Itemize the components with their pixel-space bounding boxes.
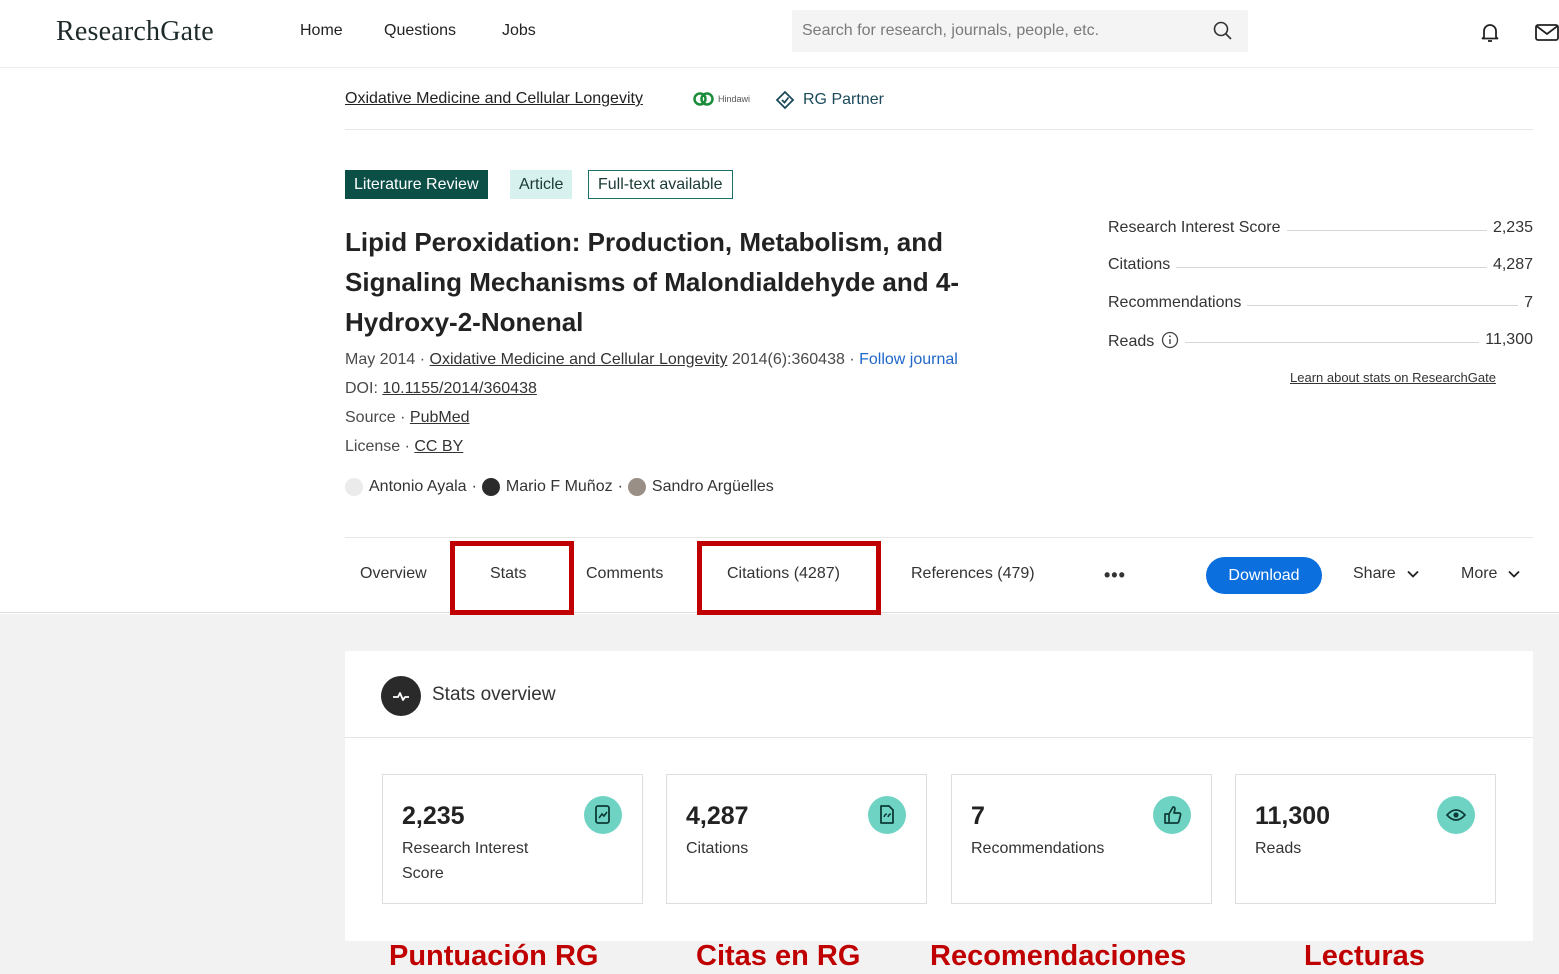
publication-date: May 2014 · (345, 351, 426, 368)
license-line: License · CC BY (345, 438, 463, 456)
stat-label: Research Interest Score (1108, 219, 1287, 237)
license-link[interactable]: CC BY (414, 438, 463, 455)
stat-row-reads: Reads 11,300 (1108, 331, 1533, 353)
search-icon[interactable] (1212, 20, 1234, 42)
stat-card-label: Citations (686, 840, 749, 857)
search-input[interactable] (792, 10, 1202, 52)
stat-card-label: Research Interest Score (402, 840, 529, 882)
stat-card-value: 2,235 (402, 802, 465, 830)
tab-comments[interactable]: Comments (586, 565, 663, 583)
stat-row-citations: Citations 4,287 (1108, 256, 1533, 278)
more-label: More (1461, 565, 1498, 582)
annotation-label: Citas en RG (696, 940, 861, 972)
author-list: Antonio Ayala · Mario F Muñoz · Sandro A… (345, 478, 774, 496)
research-interest-icon (584, 796, 622, 834)
hindawi-logo-icon (693, 92, 714, 106)
nav-jobs-link[interactable]: Jobs (502, 22, 536, 40)
more-tabs-ellipsis[interactable]: ••• (1104, 565, 1126, 586)
author-avatar (481, 478, 500, 496)
highlight-box-stats-tab (450, 541, 574, 615)
stat-card-recommendations: 7 Recommendations (951, 774, 1212, 904)
journal-header: Oxidative Medicine and Cellular Longevit… (345, 86, 1533, 130)
issue-info: 2014(6):360438 · (731, 351, 855, 368)
author-separator: · (617, 478, 623, 495)
publisher-name: Hindawi (718, 94, 751, 104)
share-dropdown[interactable]: Share (1353, 565, 1420, 583)
stat-card-value: 11,300 (1255, 802, 1331, 830)
stat-label: Reads (1108, 333, 1155, 350)
stat-value: 11,300 (1479, 331, 1533, 349)
stat-value: 4,287 (1486, 256, 1533, 274)
author-separator: · (471, 478, 477, 495)
article-type-badge: Article (510, 170, 573, 199)
rg-partner-label: RG Partner (803, 91, 884, 108)
stat-card-citations: 4,287 Citations (666, 774, 927, 904)
search-box (792, 10, 1248, 52)
stat-card-label: Reads (1255, 840, 1302, 857)
article-title: Lipid Peroxidation: Production, Metaboli… (345, 227, 959, 337)
tab-overview[interactable]: Overview (360, 565, 427, 583)
stat-card-value: 7 (971, 802, 985, 830)
journal-link-inline[interactable]: Oxidative Medicine and Cellular Longevit… (430, 351, 728, 368)
annotation-label: Lecturas (1304, 940, 1425, 972)
partner-diamond-icon (775, 90, 795, 110)
nav-home-link[interactable]: Home (300, 22, 343, 40)
rg-partner-badge[interactable]: RG Partner (775, 90, 884, 110)
author-name[interactable]: Antonio Ayala (369, 478, 467, 496)
stat-value: 7 (1518, 294, 1533, 312)
learn-about-stats-link[interactable]: Learn about stats on ResearchGate (1290, 370, 1496, 385)
info-icon[interactable] (1161, 331, 1179, 349)
doi-line: DOI: 10.1155/2014/360438 (345, 380, 537, 398)
stat-card-value: 4,287 (686, 802, 749, 830)
doi-link[interactable]: 10.1155/2014/360438 (382, 380, 537, 397)
author-avatar (345, 478, 363, 496)
stat-label-reads: Reads (1108, 331, 1185, 351)
stat-row-recommendations: Recommendations 7 (1108, 294, 1533, 316)
more-dropdown[interactable]: More (1461, 565, 1521, 583)
publisher-logo[interactable]: Hindawi (693, 91, 750, 107)
stat-card-label: Recommendations (971, 840, 1105, 857)
source-label: Source · (345, 409, 406, 426)
license-label: License · (345, 438, 410, 455)
eye-icon (1437, 796, 1475, 834)
nav-questions-link[interactable]: Questions (384, 22, 456, 40)
author-name[interactable]: Sandro Argüelles (652, 478, 774, 496)
stat-label: Citations (1108, 256, 1177, 274)
literature-review-badge: Literature Review (345, 170, 488, 199)
chevron-down-icon (1407, 570, 1419, 578)
author-name[interactable]: Mario F Muñoz (506, 478, 613, 496)
full-text-badge: Full-text available (588, 170, 733, 199)
stat-card-reads: 11,300 Reads (1235, 774, 1496, 904)
share-label: Share (1353, 565, 1396, 582)
tab-references[interactable]: References (479) (911, 565, 1035, 583)
source-line: Source · PubMed (345, 409, 470, 427)
notification-bell-icon[interactable] (1478, 20, 1502, 44)
source-link[interactable]: PubMed (410, 409, 470, 426)
stats-overview-header: Stats overview (345, 651, 1533, 738)
thumbs-up-icon (1153, 796, 1191, 834)
follow-journal-link[interactable]: Follow journal (859, 351, 958, 368)
researchgate-logo[interactable]: ResearchGate (56, 16, 214, 48)
messages-envelope-icon[interactable] (1534, 20, 1559, 44)
journal-link[interactable]: Oxidative Medicine and Cellular Longevit… (345, 90, 643, 108)
citation-icon (868, 796, 906, 834)
publication-line: May 2014 · Oxidative Medicine and Cellul… (345, 351, 958, 369)
download-button[interactable]: Download (1206, 557, 1322, 594)
top-navigation: ResearchGate Home Questions Jobs (0, 0, 1559, 68)
author-avatar (627, 478, 646, 496)
doi-label: DOI: (345, 380, 378, 397)
annotation-label: Recomendaciones (930, 940, 1187, 972)
annotation-label: Puntuación RG (389, 940, 599, 972)
stat-card-research-interest: 2,235 Research Interest Score (382, 774, 643, 904)
stat-label: Recommendations (1108, 294, 1248, 312)
highlight-box-citations-tab (697, 541, 881, 615)
pulse-icon (381, 676, 421, 716)
chevron-down-icon (1508, 570, 1521, 578)
stat-value: 2,235 (1486, 219, 1533, 237)
stats-overview-title: Stats overview (432, 684, 556, 705)
stat-row-research-interest: Research Interest Score 2,235 (1108, 219, 1533, 241)
